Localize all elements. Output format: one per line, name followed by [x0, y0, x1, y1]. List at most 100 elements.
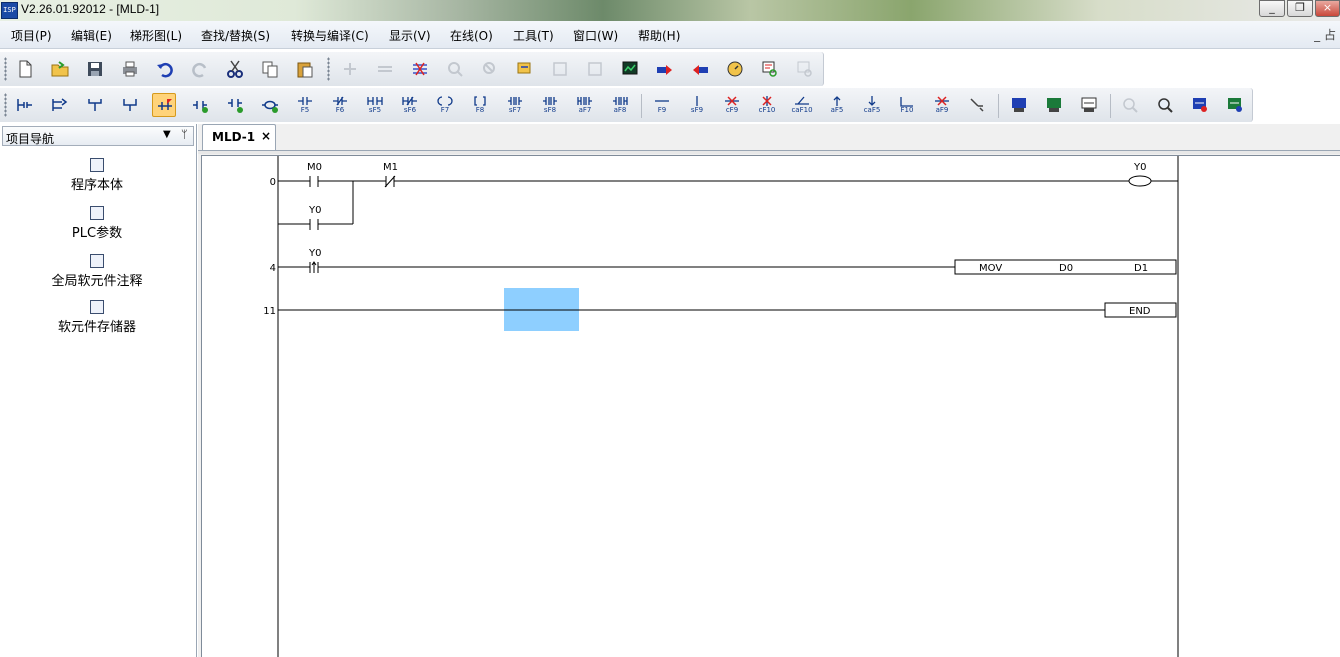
- edit-mode-button[interactable]: [152, 93, 176, 117]
- af9-button[interactable]: aF9: [930, 93, 954, 117]
- network-button[interactable]: [408, 57, 432, 81]
- sf7-button[interactable]: sF7: [503, 93, 527, 117]
- menu-online[interactable]: 在线(O): [450, 27, 493, 44]
- contact-icon: [193, 101, 208, 113]
- key-hint: cF9: [725, 106, 739, 114]
- sf9-line-button[interactable]: sF9: [685, 93, 709, 117]
- nav-item-plc-parameters[interactable]: PLC参数: [0, 206, 194, 241]
- dev-search-button[interactable]: [1188, 93, 1212, 117]
- ladder-canvas[interactable]: 0 M0 M1 Y0 Y0 4 Y0 MOV D0 D1 11 END: [202, 156, 1340, 657]
- register-monitor-icon: [1047, 98, 1061, 112]
- dev-edit-button[interactable]: [1223, 93, 1247, 117]
- disabled-button-3[interactable]: [793, 57, 817, 81]
- save-button[interactable]: [83, 57, 107, 81]
- af8-button[interactable]: aF8: [608, 93, 632, 117]
- zoom-button[interactable]: [1153, 93, 1177, 117]
- key-hint: sF7: [508, 106, 522, 114]
- cut-button[interactable]: [223, 57, 247, 81]
- download-button[interactable]: [653, 57, 677, 81]
- replace-button[interactable]: [478, 57, 502, 81]
- undo-button[interactable]: [153, 57, 177, 81]
- disabled-button-1[interactable]: [548, 57, 572, 81]
- menu-window[interactable]: 窗口(W): [573, 27, 618, 44]
- ladder-tool-2-button[interactable]: [373, 57, 397, 81]
- af7-button[interactable]: aF7: [573, 93, 597, 117]
- edit-mode-icon: [158, 99, 172, 110]
- device-monitor-button[interactable]: [758, 57, 782, 81]
- f8-instruction-button[interactable]: F8: [468, 93, 492, 117]
- caf5-falling-button[interactable]: caF5: [860, 93, 884, 117]
- register-monitor-button[interactable]: [1042, 93, 1066, 117]
- upload-button[interactable]: [688, 57, 712, 81]
- insert-contact-button[interactable]: [188, 93, 212, 117]
- close-tab-icon[interactable]: ×: [261, 129, 271, 143]
- nav-item-program[interactable]: 程序本体: [0, 158, 194, 193]
- minimize-button[interactable]: _: [1259, 0, 1285, 17]
- cf10-delete-line-button[interactable]: cF10: [755, 93, 779, 117]
- insert-row-button[interactable]: [13, 93, 37, 117]
- online-monitor-button[interactable]: [723, 57, 747, 81]
- vertical-line-button[interactable]: [118, 93, 142, 117]
- menu-help[interactable]: 帮助(H): [638, 27, 680, 44]
- zoom-disabled-button[interactable]: [1118, 93, 1142, 117]
- sf5-contact-button[interactable]: sF5: [363, 93, 387, 117]
- close-window-button[interactable]: ×: [1315, 0, 1340, 17]
- menu-find-replace[interactable]: 查找/替换(S): [201, 27, 270, 44]
- f10-button[interactable]: F10: [895, 93, 919, 117]
- branch-button[interactable]: [83, 93, 107, 117]
- print-button[interactable]: [118, 57, 142, 81]
- menu-ladder[interactable]: 梯形图(L): [130, 27, 182, 44]
- wire-tool-button[interactable]: [965, 93, 989, 117]
- nav-item-global-comments[interactable]: 全局软元件注释: [0, 254, 194, 289]
- f7-coil-button[interactable]: F7: [433, 93, 457, 117]
- pin-icon[interactable]: ᛘ: [181, 128, 188, 141]
- toolbar-grip[interactable]: [327, 57, 330, 81]
- toolbar-grip[interactable]: [4, 57, 7, 81]
- comment-button[interactable]: [513, 57, 537, 81]
- save-icon: [88, 62, 102, 76]
- key-hint: sF6: [403, 106, 417, 114]
- sf8-button[interactable]: sF8: [538, 93, 562, 117]
- caf10-button[interactable]: caF10: [790, 93, 814, 117]
- coil-y0[interactable]: [1128, 175, 1152, 187]
- comment-icon: [517, 62, 531, 74]
- insert-parallel-contact-button[interactable]: [223, 93, 247, 117]
- nav-item-device-memory[interactable]: 软元件存储器: [0, 300, 194, 335]
- mdi-controls[interactable]: _ 占: [1314, 26, 1336, 43]
- paste-button[interactable]: [293, 57, 317, 81]
- f5-contact-button[interactable]: F5: [293, 93, 317, 117]
- device-table-button[interactable]: [1007, 93, 1031, 117]
- key-hint: F8: [475, 106, 485, 114]
- menu-compile[interactable]: 转换与编译(C): [291, 27, 369, 44]
- redo-icon: [192, 62, 207, 78]
- branch-icon: [88, 99, 102, 111]
- insert-column-button[interactable]: [48, 93, 72, 117]
- cf9-delete-line-button[interactable]: cF9: [720, 93, 744, 117]
- toolbar-grip[interactable]: [4, 93, 7, 117]
- insert-coil-button[interactable]: [258, 93, 282, 117]
- ladder-diagram[interactable]: 0 M0 M1 Y0 Y0 4 Y0 MOV D0 D1 11 END: [201, 155, 1340, 657]
- tab-mld-1[interactable]: MLD-1 ×: [202, 124, 276, 150]
- menu-tools[interactable]: 工具(T): [513, 27, 554, 44]
- af5-rising-button[interactable]: aF5: [825, 93, 849, 117]
- f9-line-button[interactable]: F9: [650, 93, 674, 117]
- disabled-button-2[interactable]: [583, 57, 607, 81]
- chevron-down-icon[interactable]: ▼: [163, 129, 171, 140]
- key-hint: F6: [335, 106, 345, 114]
- parallel-contact-icon: [228, 99, 243, 113]
- contact-m1-label: M1: [383, 162, 398, 173]
- open-button[interactable]: [48, 57, 72, 81]
- menu-view[interactable]: 显示(V): [389, 27, 431, 44]
- monitor-button[interactable]: [618, 57, 642, 81]
- sf6-contact-button[interactable]: sF6: [398, 93, 422, 117]
- new-file-button[interactable]: [13, 57, 37, 81]
- menu-project[interactable]: 项目(P): [11, 27, 52, 44]
- menu-edit[interactable]: 编辑(E): [71, 27, 112, 44]
- f6-contact-button[interactable]: F6: [328, 93, 352, 117]
- restore-button[interactable]: ❐: [1287, 0, 1313, 17]
- redo-button[interactable]: [188, 57, 212, 81]
- copy-button[interactable]: [258, 57, 282, 81]
- find-button[interactable]: [443, 57, 467, 81]
- ladder-tool-1-button[interactable]: [338, 57, 362, 81]
- hex-monitor-button[interactable]: [1077, 93, 1101, 117]
